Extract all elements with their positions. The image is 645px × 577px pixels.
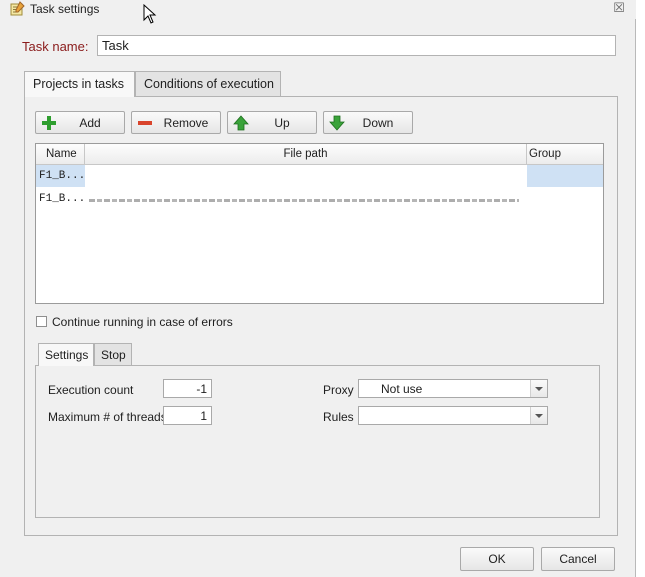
max-threads-input[interactable]: 1 xyxy=(163,406,212,425)
up-button[interactable]: Up xyxy=(227,111,317,134)
column-header-name[interactable]: Name xyxy=(36,144,85,164)
remove-button-label: Remove xyxy=(163,116,209,130)
tab-projects-in-tasks[interactable]: Projects in tasks xyxy=(24,71,135,97)
obscured-path-text xyxy=(89,199,519,202)
rules-select[interactable] xyxy=(358,406,548,425)
add-button-label: Add xyxy=(79,116,101,130)
down-button[interactable]: Down xyxy=(323,111,413,134)
grid-header: Name File path Group xyxy=(36,144,603,165)
chevron-down-icon[interactable] xyxy=(530,407,547,424)
column-header-group[interactable]: Group xyxy=(527,144,603,164)
max-threads-label: Maximum # of threads xyxy=(48,410,167,424)
add-button[interactable]: Add xyxy=(35,111,125,134)
minus-icon xyxy=(138,121,152,125)
task-settings-window: Task settings ☒ Task name: Task Projects… xyxy=(0,0,636,577)
cell-file-path-obscured[interactable] xyxy=(85,188,527,210)
cell-group[interactable] xyxy=(527,188,603,210)
ok-button[interactable]: OK xyxy=(460,547,534,571)
continue-on-errors-checkbox[interactable] xyxy=(36,316,47,327)
mouse-cursor-icon xyxy=(143,4,157,24)
cell-group[interactable] xyxy=(527,165,603,187)
arrow-down-icon xyxy=(329,115,345,131)
proxy-label: Proxy xyxy=(323,383,354,397)
table-row[interactable]: F1_B... xyxy=(36,165,603,187)
column-header-file-path[interactable]: File path xyxy=(85,144,527,164)
tab-conditions-of-execution[interactable]: Conditions of execution xyxy=(135,71,281,96)
task-settings-app-icon xyxy=(10,1,25,16)
remove-button[interactable]: Remove xyxy=(131,111,221,134)
cancel-button[interactable]: Cancel xyxy=(541,547,615,571)
arrow-up-icon xyxy=(233,115,249,131)
task-name-label: Task name: xyxy=(22,39,89,54)
down-button-label: Down xyxy=(362,116,394,130)
chevron-down-icon[interactable] xyxy=(530,380,547,397)
plus-icon xyxy=(42,116,56,130)
proxy-select[interactable]: Not use xyxy=(358,379,548,398)
cell-name[interactable]: F1_B... xyxy=(36,165,85,187)
projects-grid[interactable]: Name File path Group F1_B... F1_B... xyxy=(35,143,604,304)
task-name-input[interactable]: Task xyxy=(97,35,616,56)
cell-file-path[interactable] xyxy=(85,165,527,187)
execution-count-input[interactable]: -1 xyxy=(163,379,212,398)
title-bar[interactable]: Task settings ☒ xyxy=(0,0,636,19)
up-button-label: Up xyxy=(274,116,290,130)
table-row[interactable]: F1_B... xyxy=(36,188,603,210)
proxy-select-value: Not use xyxy=(381,382,423,396)
continue-on-errors-label[interactable]: Continue running in case of errors xyxy=(52,315,233,329)
window-title: Task settings xyxy=(30,2,100,16)
rules-label: Rules xyxy=(323,410,354,424)
tab-settings[interactable]: Settings xyxy=(38,343,94,366)
close-icon[interactable]: ☒ xyxy=(612,1,626,15)
tab-stop[interactable]: Stop xyxy=(94,343,132,365)
cell-name[interactable]: F1_B... xyxy=(36,188,85,210)
execution-count-label: Execution count xyxy=(48,383,134,397)
